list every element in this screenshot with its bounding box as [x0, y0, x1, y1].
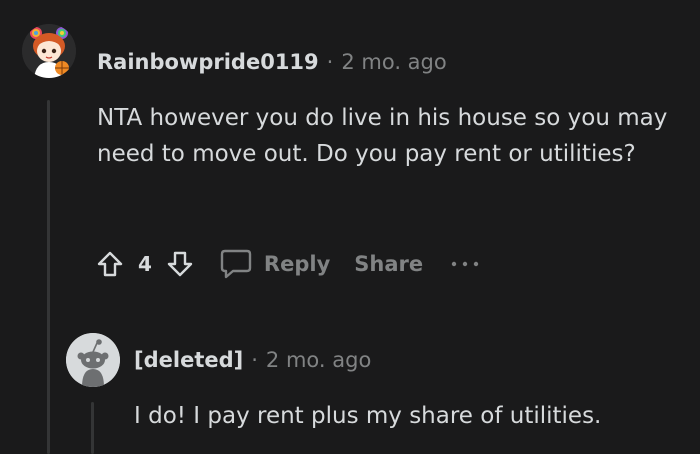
- reply-body: I do! I pay rent plus my share of utilit…: [134, 403, 602, 429]
- share-label: Share: [354, 252, 424, 276]
- comment-meta: Rainbowpride0119 · 2 mo. ago: [97, 50, 447, 74]
- user-avatar[interactable]: [22, 24, 76, 78]
- comment-body: NTA however you do live in his house so …: [97, 105, 668, 167]
- reply-timestamp[interactable]: 2 mo. ago: [266, 348, 371, 372]
- vote-count: 4: [138, 252, 152, 276]
- comment-author[interactable]: Rainbowpride0119: [97, 50, 319, 74]
- reply-author[interactable]: [deleted]: [134, 348, 243, 372]
- reply-meta: [deleted] · 2 mo. ago: [134, 348, 371, 372]
- comment-timestamp[interactable]: 2 mo. ago: [341, 50, 446, 74]
- speech-bubble-icon: [218, 246, 254, 282]
- thread-line-reply[interactable]: [91, 402, 94, 454]
- reply-button[interactable]: Reply: [218, 246, 330, 282]
- ellipsis-icon: [449, 254, 481, 274]
- share-button[interactable]: Share: [354, 252, 423, 276]
- deleted-user-avatar[interactable]: [66, 333, 120, 387]
- meta-separator: ·: [326, 50, 334, 74]
- arrow-up-icon[interactable]: [92, 246, 128, 282]
- arrow-down-icon[interactable]: [162, 246, 198, 282]
- anime-girl-avatar-icon: [22, 24, 76, 78]
- reply-label: Reply: [263, 252, 331, 276]
- deleted-user-avatar-icon: [66, 333, 120, 387]
- thread-line-main[interactable]: [47, 100, 50, 454]
- comment-actions: 4 Reply Share: [92, 244, 481, 284]
- reply-meta-separator: ·: [251, 348, 258, 372]
- more-options-button[interactable]: [449, 254, 481, 274]
